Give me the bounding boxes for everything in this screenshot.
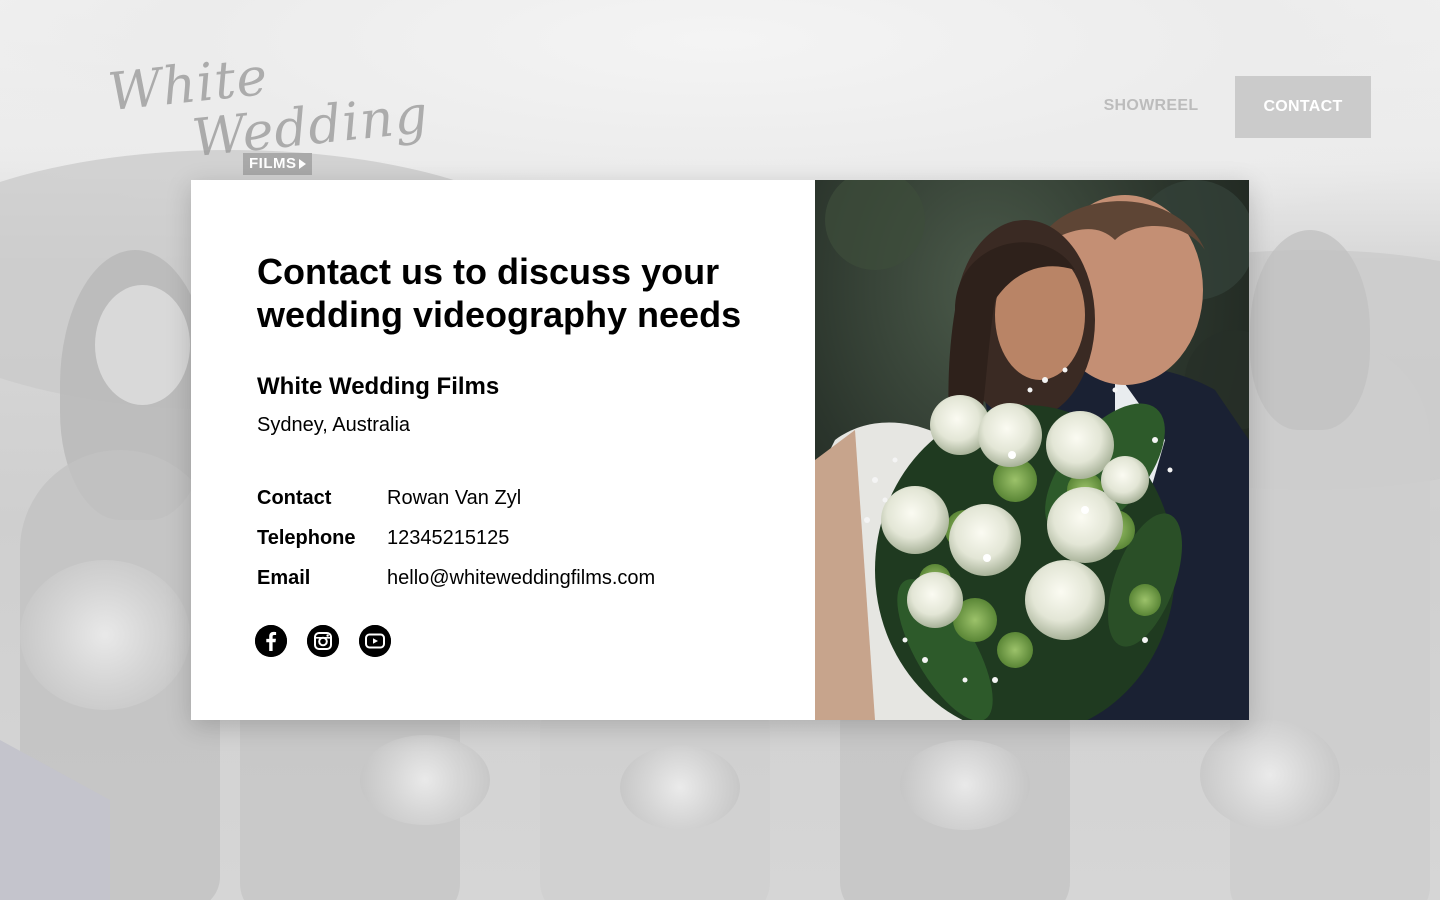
play-icon [298,159,306,169]
instagram-icon[interactable] [307,625,339,657]
nav-showreel-link[interactable]: SHOWREEL [1090,86,1212,126]
detail-row-email: Email hello@whiteweddingfilms.com [257,558,655,598]
youtube-icon[interactable] [359,625,391,657]
email-link[interactable]: hello@whiteweddingfilms.com [387,567,655,590]
detail-label: Email [257,566,311,589]
logo-films-badge: FILMS [243,153,312,175]
contact-details: Contact Rowan Van Zyl Telephone 12345215… [257,478,655,598]
company-name: White Wedding Films [257,373,500,400]
contact-info-panel: Contact us to discuss your wedding video… [191,180,815,720]
detail-row-contact: Contact Rowan Van Zyl [257,478,655,518]
company-location: Sydney, Australia [257,414,411,436]
telephone-link[interactable]: 12345215125 [387,527,509,550]
detail-label: Telephone [257,526,356,549]
social-links [255,625,391,657]
brand-logo[interactable]: White Wedding FILMS [50,47,431,185]
contact-card: Contact us to discuss your wedding video… [191,180,1249,720]
logo-films-label: FILMS [249,155,297,172]
detail-row-telephone: Telephone 12345215125 [257,518,655,558]
facebook-icon[interactable] [255,625,287,657]
couple-photo [815,180,1249,720]
detail-label: Contact [257,486,332,509]
contact-person-value: Rowan Van Zyl [387,486,522,509]
page-title: Contact us to discuss your wedding video… [257,251,742,335]
nav-contact-button[interactable]: CONTACT [1235,76,1371,138]
